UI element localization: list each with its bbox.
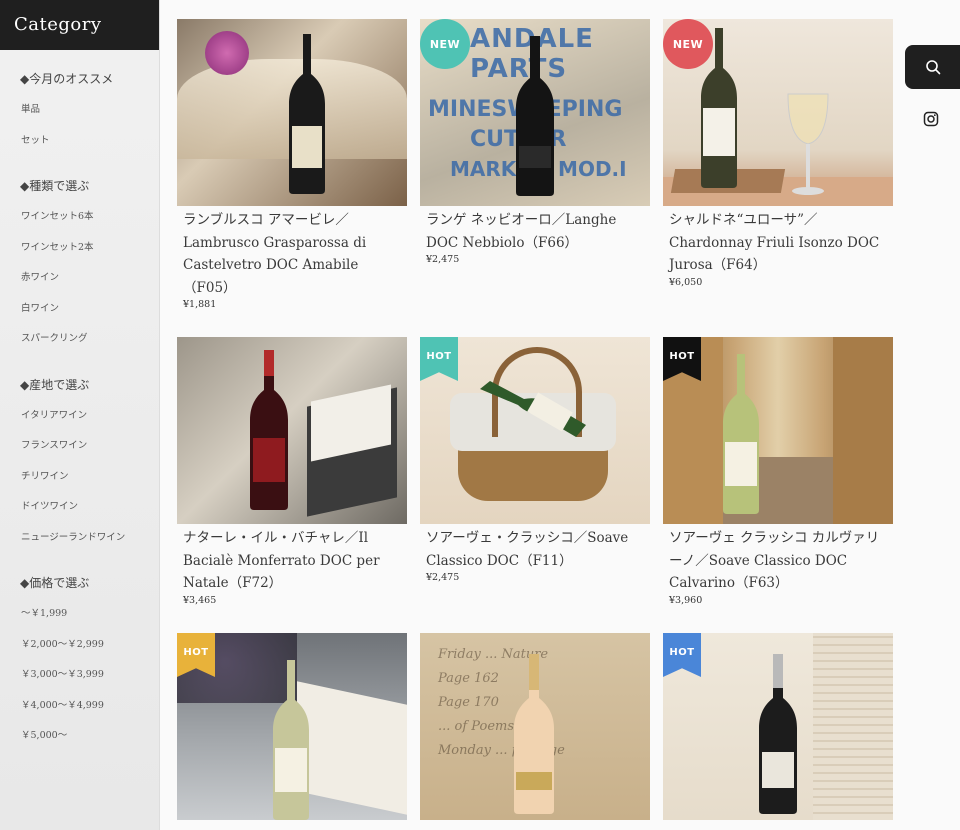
product-image: HOT [663,633,893,820]
product-card[interactable]: HOT [177,633,407,823]
product-price: ¥1,881 [183,299,217,310]
product-price: ¥6,050 [669,276,703,288]
wine-bottle-icon [250,350,288,510]
product-image: ANDALE PARTS MINESWEEPING CUTTER MARK 12… [420,19,650,206]
badge-new: NEW [663,19,713,69]
product-card[interactable]: ANDALE PARTS MINESWEEPING CUTTER MARK 12… [420,19,650,337]
product-image [177,19,407,206]
badge-hot: HOT [663,633,701,677]
sidebar-link-set[interactable]: セット [0,131,159,162]
badge-hot: HOT [420,337,458,381]
sidebar-link-price-4[interactable]: ￥4,000〜￥4,999 [0,696,159,727]
wine-bottle-icon [514,654,554,814]
wine-bottle-icon [516,36,554,196]
wine-bottle-icon [723,354,759,514]
section-title-recommend: ◆今月のオススメ [20,72,114,86]
sidebar-link-price-5[interactable]: ￥5,000〜 [0,726,159,757]
sidebar-link-set2[interactable]: ワインセット2本 [0,238,159,269]
product-card[interactable]: ランブルスコ アマービレ／Lambrusco Grasparossa di Ca… [177,19,407,337]
sidebar-link-newzealand[interactable]: ニュージーランドワイン [0,528,159,559]
product-image: NEW [663,19,893,206]
sidebar-link-set6[interactable]: ワインセット6本 [0,207,159,238]
search-icon [925,60,940,75]
section-title-price: ◆価格で選ぶ [20,576,90,590]
sidebar-link-price-2[interactable]: ￥2,000〜￥2,999 [0,635,159,666]
product-image: HOT [663,337,893,524]
product-image: Friday ... Nature Page 162 Page 170... of … [420,633,650,820]
wine-glass-icon [787,93,829,195]
product-image: HOT [420,337,650,524]
sidebar-body: ◆今月のオススメ 単品 セット ◆種類で選ぶ ワインセット6本 ワインセット2本… [0,50,159,757]
product-grid: ランブルスコ アマービレ／Lambrusco Grasparossa di Ca… [177,19,893,823]
product-card[interactable]: HOT ソアーヴェ クラッシコ カルヴァリーノ／Soave Classico D… [663,337,893,633]
sidebar-link-red[interactable]: 赤ワイン [0,268,159,299]
product-title[interactable]: シャルドネ“ユローサ”／Chardonnay Friuli Isonzo DOC… [663,206,893,277]
instagram-link[interactable] [920,108,942,130]
category-sidebar: Category ◆今月のオススメ 単品 セット ◆種類で選ぶ ワインセット6本… [0,0,160,830]
section-type: ◆種類で選ぶ ワインセット6本 ワインセット2本 赤ワイン 白ワイン スパークリ… [0,175,159,360]
product-title[interactable]: ナターレ・イル・バチャレ／Il Bacialè Monferrato DOC p… [177,524,407,595]
badge-new: NEW [420,19,470,69]
sidebar-link-price-1[interactable]: 〜￥1,999 [0,604,159,635]
wine-bottle-icon [289,34,325,194]
product-title[interactable]: ソアーヴェ クラッシコ カルヴァリーノ／Soave Classico DOC C… [663,524,893,595]
section-title-region: ◆産地で選ぶ [20,377,90,392]
sidebar-link-white[interactable]: 白ワイン [0,299,159,330]
sidebar-link-sparkling[interactable]: スパークリング [0,329,159,360]
sidebar-link-germany[interactable]: ドイツワイン [0,497,159,528]
product-price: ¥2,475 [426,572,460,583]
instagram-icon [923,111,939,127]
product-card[interactable]: NEW シャルドネ“ユローサ”／Chardonnay Friuli Isonzo… [663,19,893,337]
section-price: ◆価格で選ぶ 〜￥1,999 ￥2,000〜￥2,999 ￥3,000〜￥3,9… [0,572,159,757]
sidebar-link-italy[interactable]: イタリアワイン [0,406,159,437]
product-card[interactable]: ナターレ・イル・バチャレ／Il Bacialè Monferrato DOC p… [177,337,407,633]
wine-bottle-icon [759,654,797,814]
section-region: ◆産地で選ぶ イタリアワイン フランスワイン チリワイン ドイツワイン ニュージ… [0,374,159,559]
section-recommend: ◆今月のオススメ 単品 セット [0,68,159,161]
product-card[interactable]: HOT ソアーヴェ・クラッシコ／Soave Classico DOC（F11） … [420,337,650,633]
sidebar-link-single[interactable]: 単品 [0,100,159,131]
product-image: HOT [177,633,407,820]
sidebar-link-france[interactable]: フランスワイン [0,436,159,467]
product-price: ¥2,475 [426,254,460,265]
search-button[interactable] [905,45,960,89]
wine-bottle-icon [273,660,309,820]
product-title[interactable]: ランブルスコ アマービレ／Lambrusco Grasparossa di Ca… [177,206,407,299]
sidebar-title: Category [0,0,159,50]
product-price: ¥3,960 [669,594,703,606]
product-card[interactable]: HOT [663,633,893,823]
product-title[interactable]: ソアーヴェ・クラッシコ／Soave Classico DOC（F11） [420,524,650,572]
sidebar-link-price-3[interactable]: ￥3,000〜￥3,999 [0,665,159,696]
product-title[interactable]: ランゲ ネッビオーロ／Langhe DOC Nebbiolo（F66） [420,206,650,254]
product-price: ¥3,465 [183,594,217,606]
product-image [177,337,407,524]
sidebar-link-chile[interactable]: チリワイン [0,467,159,498]
product-card[interactable]: Friday ... Nature Page 162 Page 170... of … [420,633,650,823]
section-title-type: ◆種類で選ぶ [20,179,90,193]
wine-bottle-icon [480,381,586,437]
